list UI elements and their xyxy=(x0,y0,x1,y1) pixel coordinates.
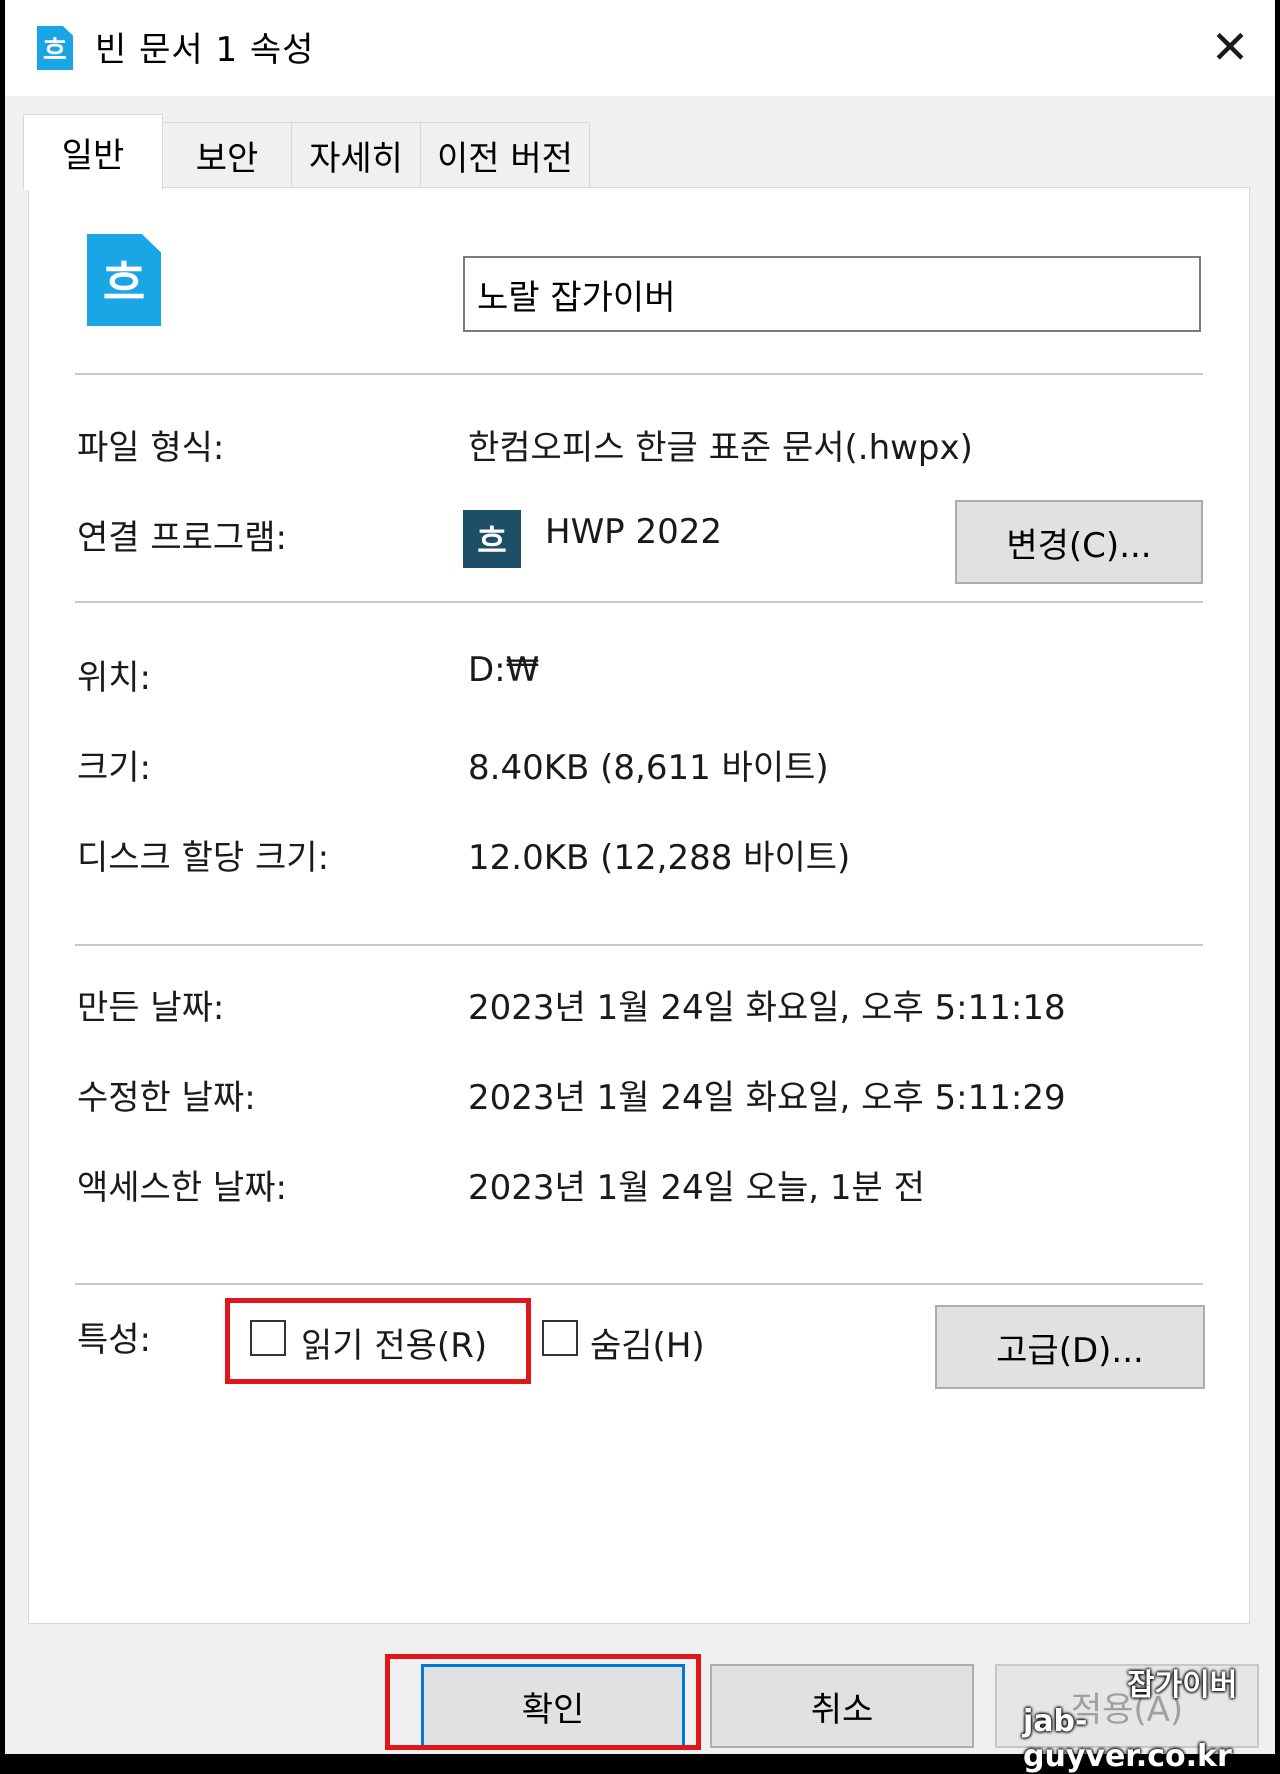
tab-general[interactable]: 일반 xyxy=(23,114,163,190)
tab-details[interactable]: 자세히 xyxy=(291,122,421,188)
location-label: 위치: xyxy=(77,658,152,698)
close-icon: ✕ xyxy=(1210,20,1250,74)
created-value: 2023년 1월 24일 화요일, 오후 5:11:18 xyxy=(468,988,1066,1028)
hwp-document-icon: 흐 xyxy=(37,26,73,70)
change-button-label: 변경(C)... xyxy=(1006,525,1152,566)
hidden-checkbox[interactable] xyxy=(542,1320,578,1356)
location-value: D:₩ xyxy=(468,650,540,690)
file-type-label: 파일 형식: xyxy=(77,428,225,468)
accessed-label: 액세스한 날짜: xyxy=(77,1168,287,1208)
divider xyxy=(75,601,1203,603)
hwp-file-icon: 흐 xyxy=(87,234,161,326)
cancel-button[interactable]: 취소 xyxy=(710,1664,974,1748)
ok-button[interactable]: 확인 xyxy=(421,1664,685,1748)
attributes-label: 특성: xyxy=(77,1320,152,1360)
size-value: 8.40KB (8,611 바이트) xyxy=(468,748,829,788)
hidden-label[interactable]: 숨김(H) xyxy=(590,1318,705,1367)
readonly-checkbox[interactable] xyxy=(250,1320,286,1356)
tab-details-label: 자세히 xyxy=(309,139,403,179)
file-type-value: 한컴오피스 한글 표준 문서(.hwpx) xyxy=(468,428,973,468)
tab-general-label: 일반 xyxy=(61,136,125,176)
opens-with-value: HWP 2022 xyxy=(545,512,723,552)
created-label: 만든 날짜: xyxy=(77,988,225,1028)
properties-dialog: 흐 빈 문서 1 속성 ✕ 일반 보안 자세히 이전 버전 흐 파일 형식: 한… xyxy=(5,0,1275,1774)
divider xyxy=(75,373,1203,375)
tab-previous-versions[interactable]: 이전 버전 xyxy=(420,122,590,188)
close-button[interactable]: ✕ xyxy=(1197,14,1263,80)
file-name-input[interactable] xyxy=(463,256,1201,332)
readonly-label[interactable]: 읽기 전용(R) xyxy=(301,1318,487,1367)
watermark-url: jab-guyver.co.kr xyxy=(1023,1704,1232,1774)
size-on-disk-label: 디스크 할당 크기: xyxy=(77,838,330,878)
watermark-title: 잡가이버 xyxy=(1127,1668,1238,1703)
accessed-value: 2023년 1월 24일 오늘, 1분 전 xyxy=(468,1168,925,1208)
tab-previous-versions-label: 이전 버전 xyxy=(437,139,573,179)
title-bar: 흐 빈 문서 1 속성 ✕ xyxy=(5,0,1275,96)
tab-security-label: 보안 xyxy=(195,139,259,179)
size-label: 크기: xyxy=(77,748,152,788)
change-button[interactable]: 변경(C)... xyxy=(955,500,1203,584)
ok-button-label: 확인 xyxy=(521,1689,585,1730)
advanced-button[interactable]: 고급(D)... xyxy=(935,1305,1205,1389)
opens-with-label: 연결 프로그램: xyxy=(77,518,287,558)
divider xyxy=(75,944,1203,946)
tab-security[interactable]: 보안 xyxy=(162,122,292,188)
size-on-disk-value: 12.0KB (12,288 바이트) xyxy=(468,838,851,878)
hwp-program-icon: 흐 xyxy=(463,510,521,568)
divider xyxy=(75,1283,1203,1285)
window-title: 빈 문서 1 속성 xyxy=(95,30,315,70)
cancel-button-label: 취소 xyxy=(810,1689,874,1730)
general-panel xyxy=(28,187,1250,1624)
modified-value: 2023년 1월 24일 화요일, 오후 5:11:29 xyxy=(468,1078,1066,1118)
modified-label: 수정한 날짜: xyxy=(77,1078,256,1118)
advanced-button-label: 고급(D)... xyxy=(996,1330,1144,1371)
